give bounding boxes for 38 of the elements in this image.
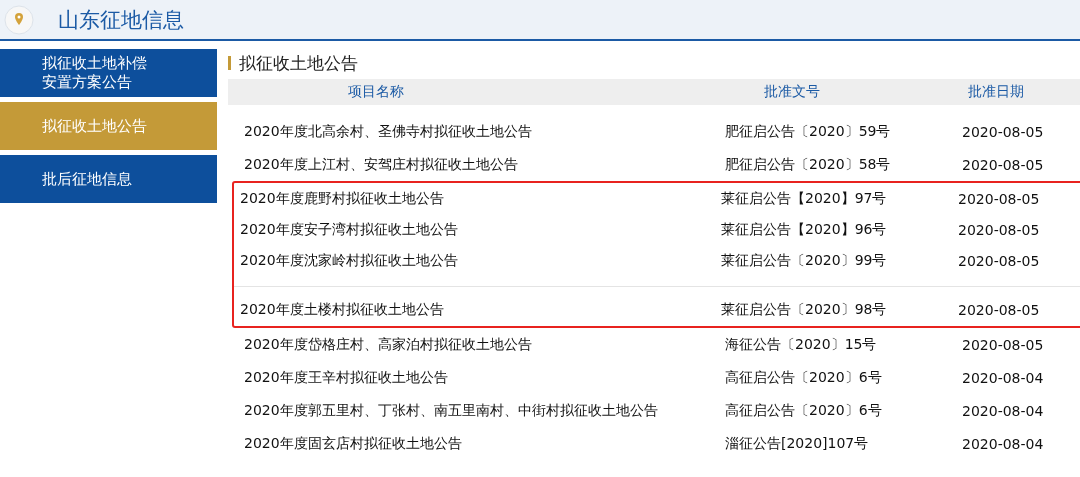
table-cell-text: 肥征启公告〔2020〕58号 (725, 155, 892, 174)
column-header: 批准文号 (763, 83, 821, 101)
table-cell-text: 2020-08-05 (958, 301, 1041, 318)
notice-link[interactable]: 2020年度郭五里村、丁张村、南五里南村、中街村拟征收土地公告 (244, 401, 725, 420)
table-cell-text: 莱征启公告〔2020〕98号 (721, 300, 888, 319)
table-cell-text: 海征公告〔2020〕15号 (725, 335, 878, 354)
table-cell-text: 莱征启公告〔2020〕99号 (721, 251, 888, 270)
table-cell-text: 莱征启公告【2020】97号 (721, 189, 888, 208)
table-cell-text: 2020-08-04 (962, 369, 1045, 386)
notice-link[interactable]: 2020年度固玄店村拟征收土地公告 (244, 434, 725, 453)
notice-link[interactable]: 2020年度北高余村、圣佛寺村拟征收土地公告 (244, 122, 725, 141)
table-cell-text: 2020-08-05 (958, 221, 1041, 238)
notice-link[interactable]: 2020年度鹿野村拟征收土地公告 (240, 189, 721, 208)
section-title: 拟征收土地公告 (239, 51, 358, 75)
column-header: 项目名称 (347, 83, 405, 101)
notice-link[interactable]: 2020年度沈家岭村拟征收土地公告 (240, 251, 721, 270)
notice-link[interactable]: 2020年度岱格庄村、高家泊村拟征收土地公告 (244, 335, 725, 354)
table-cell-text: 肥征启公告〔2020〕59号 (725, 122, 892, 141)
sidebar-item[interactable]: 批后征地信息 (0, 155, 217, 203)
notice-link[interactable]: 2020年度王辛村拟征收土地公告 (244, 368, 725, 387)
table-cell-text: 2020-08-04 (962, 435, 1045, 452)
location-pin-icon (4, 4, 34, 35)
column-header: 批准日期 (967, 83, 1025, 101)
notice-link[interactable]: 2020年度安子湾村拟征收土地公告 (240, 220, 721, 239)
table-cell-text: 高征启公告〔2020〕6号 (725, 368, 883, 387)
notice-link[interactable]: 2020年度上江村、安驾庄村拟征收土地公告 (244, 155, 725, 174)
site-title: 山东征地信息 (58, 6, 184, 34)
table-cell-text: 2020-08-05 (958, 190, 1041, 207)
table-cell-text: 2020-08-05 (962, 336, 1045, 353)
table-cell-text: 高征启公告〔2020〕6号 (725, 401, 883, 420)
table-cell-text: 2020-08-05 (962, 156, 1045, 173)
table-cell-text: 淄征公告[2020]107号 (725, 434, 870, 453)
table-cell-text: 莱征启公告【2020】96号 (721, 220, 888, 239)
sidebar-item[interactable]: 拟征收土地补偿安置方案公告 (0, 49, 217, 97)
notice-link[interactable]: 2020年度土楼村拟征收土地公告 (240, 300, 721, 319)
table-cell-text: 2020-08-05 (958, 252, 1041, 269)
table-cell-text: 2020-08-05 (962, 123, 1045, 140)
table-cell-text: 2020-08-04 (962, 402, 1045, 419)
